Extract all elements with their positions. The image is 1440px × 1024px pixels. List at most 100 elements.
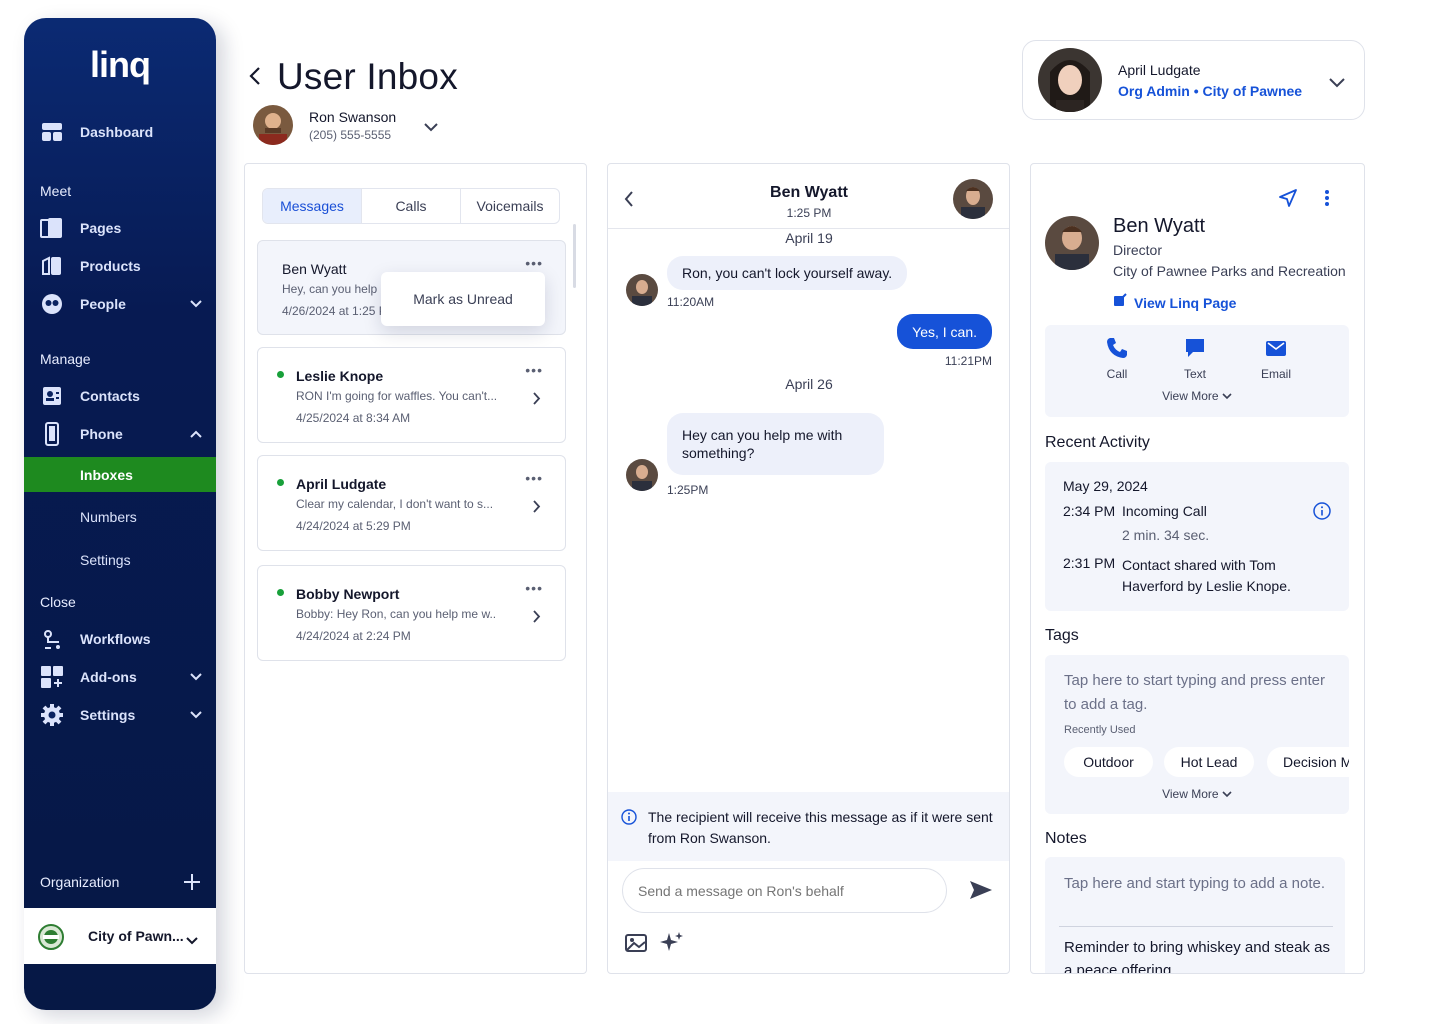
people-icon — [40, 292, 64, 316]
dashboard-icon — [40, 120, 64, 144]
organization-name: City of Pawn... — [88, 928, 184, 944]
inbox-tabs: Messages Calls Voicemails — [262, 188, 560, 224]
sidebar-item-contacts[interactable]: Contacts — [24, 378, 216, 414]
chat-panel: Ben Wyatt 1:25 PM April 19 Ron, you can'… — [607, 163, 1010, 974]
thread-item[interactable]: Leslie Knope RON I'm going for waffles. … — [257, 347, 566, 443]
send-icon[interactable] — [969, 879, 993, 906]
image-icon[interactable] — [625, 932, 649, 959]
tab-voicemails[interactable]: Voicemails — [460, 189, 559, 223]
more-vertical-icon[interactable] — [1324, 189, 1330, 212]
tab-calls[interactable]: Calls — [361, 189, 460, 223]
contacts-icon — [40, 384, 64, 408]
message-input[interactable] — [622, 868, 947, 913]
recently-used-label: Recently Used — [1064, 724, 1136, 736]
activity-time: 2:34 PM — [1063, 503, 1116, 519]
info-icon — [621, 809, 637, 830]
sidebar-item-addons[interactable]: Add-ons — [24, 659, 216, 695]
chevron-down-icon[interactable] — [1329, 75, 1345, 93]
info-icon[interactable] — [1313, 502, 1331, 525]
text-button[interactable]: Text — [1175, 337, 1215, 381]
sidebar-item-inboxes[interactable]: Inboxes — [24, 457, 216, 492]
more-icon[interactable]: ••• — [525, 362, 543, 378]
more-icon[interactable]: ••• — [525, 580, 543, 596]
chevron-right-icon[interactable] — [533, 610, 541, 628]
call-button[interactable]: Call — [1097, 337, 1137, 381]
chevron-right-icon[interactable] — [533, 500, 541, 518]
tag-pill[interactable]: Decision M — [1267, 747, 1349, 777]
notes-input[interactable]: Tap here and start typing to add a note. — [1064, 873, 1334, 894]
thread-name: Leslie Knope — [296, 368, 384, 384]
view-more-button[interactable]: View More — [1045, 389, 1349, 403]
avatar — [626, 459, 658, 491]
scrollbar[interactable] — [573, 224, 576, 288]
day-separator: April 19 — [785, 230, 833, 246]
activity-time: 2:31 PM — [1063, 555, 1116, 571]
section-close: Close — [40, 594, 76, 610]
pages-icon — [40, 216, 64, 240]
tag-pill[interactable]: Hot Lead — [1164, 747, 1254, 777]
thread-item[interactable]: April Ludgate Clear my calendar, I don't… — [257, 455, 566, 551]
linq-logo[interactable]: linq — [24, 44, 216, 86]
activity-text: Contact shared with Tom Haverford by Les… — [1122, 557, 1291, 594]
section-meet: Meet — [40, 183, 72, 199]
sparkle-icon[interactable] — [659, 930, 685, 961]
tab-messages[interactable]: Messages — [263, 189, 361, 223]
sidebar-item-workflows[interactable]: Workflows — [24, 621, 216, 657]
sidebar-item-numbers[interactable]: Numbers — [80, 509, 137, 525]
contact-title: Director — [1113, 242, 1163, 258]
chevron-down-icon[interactable] — [190, 295, 202, 311]
tags-heading: Tags — [1045, 627, 1079, 644]
sidebar-item-people[interactable]: People — [24, 286, 216, 322]
add-organization-icon[interactable] — [184, 874, 200, 895]
user-selector[interactable]: Ron Swanson (205) 555-5555 — [253, 105, 438, 145]
mark-unread-menu-item[interactable]: Mark as Unread — [381, 272, 545, 326]
thread-name: Bobby Newport — [296, 586, 400, 602]
sidebar-item-phone-settings[interactable]: Settings — [80, 552, 131, 568]
sidebar-item-label: Workflows — [80, 631, 151, 647]
tags-view-more-button[interactable]: View More — [1045, 787, 1349, 801]
chevron-right-icon[interactable] — [533, 392, 541, 410]
current-user-card[interactable]: April Ludgate Org Admin • City of Pawnee — [1022, 40, 1365, 120]
outgoing-message: Yes, I can. — [897, 314, 992, 349]
chevron-down-icon[interactable] — [186, 932, 198, 950]
send-icon[interactable] — [1279, 189, 1297, 212]
tags-input[interactable]: Tap here to start typing and press enter… — [1064, 669, 1334, 717]
chevron-down-icon[interactable] — [190, 668, 202, 684]
divider — [1059, 926, 1333, 927]
sidebar-item-pages[interactable]: Pages — [24, 210, 216, 246]
sidebar-item-label: People — [80, 296, 126, 312]
email-button[interactable]: Email — [1256, 337, 1296, 381]
contact-panel: Ben Wyatt Director City of Pawnee Parks … — [1030, 163, 1365, 974]
thread-snippet: Hey, can you help me with something? — [282, 282, 382, 296]
thread-date: 4/26/2024 at 1:25 PM — [282, 304, 382, 318]
more-icon[interactable]: ••• — [525, 470, 543, 486]
more-icon[interactable]: ••• — [525, 255, 543, 271]
recent-activity-heading: Recent Activity — [1045, 434, 1150, 451]
chevron-down-icon[interactable] — [190, 706, 202, 722]
sidebar-item-settings[interactable]: Settings — [24, 697, 216, 733]
chevron-down-icon[interactable] — [424, 119, 438, 137]
phone-icon — [40, 422, 64, 446]
sidebar: linq Dashboard Meet Pages Products Peopl… — [24, 18, 216, 1010]
chat-time: 1:25 PM — [786, 206, 832, 220]
sidebar-item-phone[interactable]: Phone — [24, 416, 216, 452]
call-label: Call — [1106, 367, 1128, 381]
thread-date: 4/24/2024 at 2:24 PM — [296, 629, 411, 643]
sidebar-item-products[interactable]: Products — [24, 248, 216, 284]
thread-date: 4/24/2024 at 5:29 PM — [296, 519, 411, 533]
avatar — [253, 105, 293, 145]
back-chevron-icon[interactable] — [248, 66, 262, 91]
sidebar-item-label: Contacts — [80, 388, 140, 404]
thread-item[interactable]: Bobby Newport Bobby: Hey Ron, can you he… — [257, 565, 566, 661]
tag-pill[interactable]: Outdoor — [1064, 747, 1153, 777]
sidebar-item-label: Phone — [80, 426, 123, 442]
sidebar-item-dashboard[interactable]: Dashboard — [24, 114, 216, 150]
sidebar-item-label: Settings — [80, 707, 136, 723]
section-organization: Organization — [40, 874, 120, 890]
thread-snippet: Bobby: Hey Ron, can you help me w... — [296, 607, 496, 621]
unread-dot — [277, 479, 284, 486]
sidebar-item-label: Products — [80, 258, 141, 274]
organization-switcher[interactable]: City of Pawn... — [24, 908, 216, 964]
chevron-up-icon[interactable] — [190, 425, 202, 441]
view-linq-page-link[interactable]: View Linq Page — [1113, 293, 1236, 312]
